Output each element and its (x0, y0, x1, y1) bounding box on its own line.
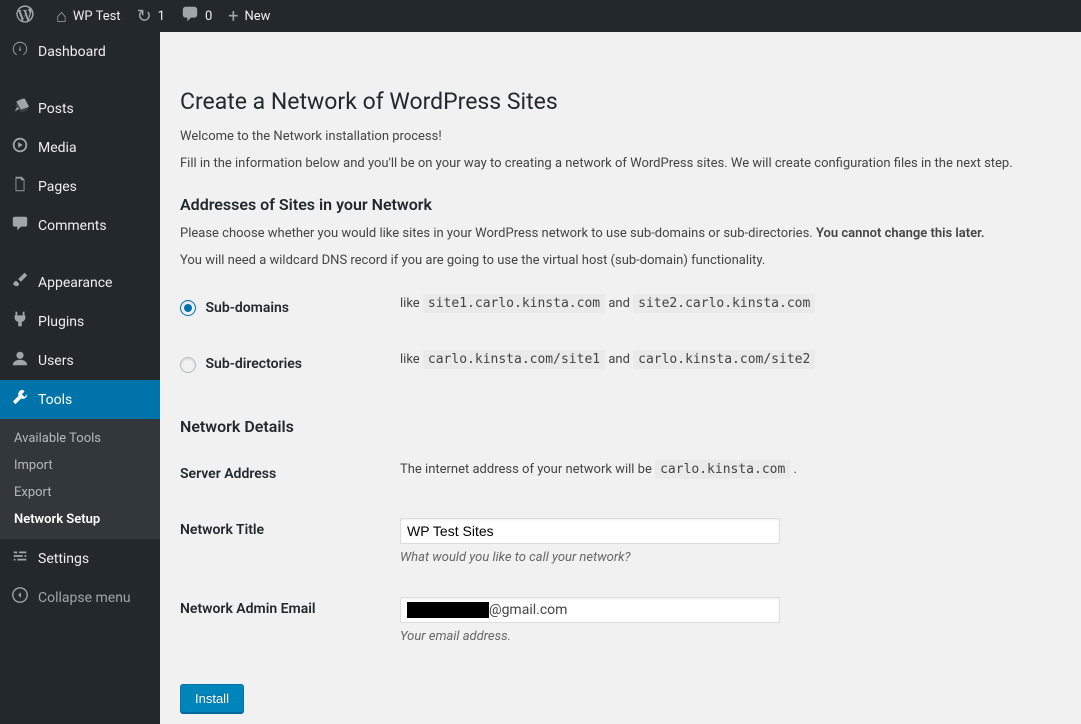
subdomains-option[interactable]: Sub-domains (180, 300, 289, 316)
submenu-export[interactable]: Export (0, 479, 160, 506)
subdirectories-option[interactable]: Sub-directories (180, 356, 302, 372)
admin-toolbar: ⌂WP Test ↻1 0 +New (0, 0, 1081, 32)
sidebar-item-tools[interactable]: Tools (0, 380, 160, 419)
submenu-import[interactable]: Import (0, 452, 160, 479)
sidebar-item-appearance[interactable]: Appearance (0, 263, 160, 302)
welcome-text: Welcome to the Network installation proc… (180, 129, 1061, 144)
sidebar-label: Dashboard (38, 44, 106, 60)
code-example: carlo.kinsta.com/site2 (633, 350, 815, 369)
plus-icon: + (228, 6, 238, 27)
comment-icon (10, 214, 30, 237)
collapse-icon (10, 586, 30, 609)
pin-icon (10, 97, 30, 120)
main-content: Create a Network of WordPress Sites Welc… (160, 64, 1081, 724)
wildcard-dns-note: You will need a wildcard DNS record if y… (180, 253, 1061, 268)
code-example: site2.carlo.kinsta.com (633, 294, 815, 313)
address-options-table: Sub-domains like site1.carlo.kinsta.com … (180, 280, 1061, 393)
network-title-label: Network Title (180, 502, 400, 581)
sidebar-item-pages[interactable]: Pages (0, 167, 160, 206)
sidebar-label: Plugins (38, 314, 84, 330)
brush-icon (10, 271, 30, 294)
plugin-icon (10, 310, 30, 333)
sidebar-item-media[interactable]: Media (0, 128, 160, 167)
sidebar-item-users[interactable]: Users (0, 341, 160, 380)
site-name-label: WP Test (73, 9, 121, 24)
addresses-description: Please choose whether you would like sit… (180, 226, 1061, 241)
network-details-table: Server Address The internet address of y… (180, 446, 1061, 660)
sidebar-item-dashboard[interactable]: Dashboard (0, 32, 160, 71)
server-address-code: carlo.kinsta.com (655, 460, 790, 479)
admin-email-description: Your email address. (400, 629, 1051, 644)
sidebar-label: Settings (38, 551, 89, 567)
addresses-heading: Addresses of Sites in your Network (180, 195, 1061, 214)
refresh-icon: ↻ (137, 6, 152, 27)
wp-logo-menu[interactable] (8, 0, 48, 32)
comment-icon (181, 5, 199, 28)
page-icon (10, 175, 30, 198)
submenu-network-setup[interactable]: Network Setup (0, 506, 160, 533)
new-label: New (245, 9, 271, 24)
comments-menu[interactable]: 0 (173, 0, 220, 32)
network-title-description: What would you like to call your network… (400, 550, 1051, 565)
admin-email-label: Network Admin Email (180, 581, 400, 660)
code-example: site1.carlo.kinsta.com (423, 294, 605, 313)
sidebar-item-settings[interactable]: Settings (0, 539, 160, 578)
install-button[interactable]: Install (180, 684, 244, 713)
redacted-email-local (407, 602, 489, 618)
sidebar-label: Comments (38, 218, 107, 234)
sidebar-label: Appearance (38, 275, 112, 291)
wrench-icon (10, 388, 30, 411)
subdirectories-example: like carlo.kinsta.com/site1 and carlo.ki… (400, 336, 1061, 392)
site-name-menu[interactable]: ⌂ WP Test (48, 0, 129, 32)
sidebar-label: Media (38, 140, 77, 156)
sidebar-label: Pages (38, 179, 77, 195)
home-icon: ⌂ (56, 6, 67, 27)
wordpress-icon (16, 5, 34, 28)
updates-count: 1 (158, 9, 165, 24)
network-details-heading: Network Details (180, 417, 1061, 436)
page-title: Create a Network of WordPress Sites (180, 88, 1061, 115)
subdomains-radio[interactable] (180, 300, 196, 316)
sidebar-item-comments[interactable]: Comments (0, 206, 160, 245)
subdomains-label: Sub-domains (205, 300, 289, 316)
network-title-input[interactable] (400, 518, 780, 544)
server-address-value: The internet address of your network wil… (400, 446, 1061, 502)
dashboard-icon (10, 40, 30, 63)
sidebar-item-posts[interactable]: Posts (0, 89, 160, 128)
media-icon (10, 136, 30, 159)
new-content-menu[interactable]: + New (220, 0, 278, 32)
admin-email-domain: @gmail.com (489, 602, 567, 618)
collapse-menu-button[interactable]: Collapse menu (0, 578, 160, 617)
code-example: carlo.kinsta.com/site1 (423, 350, 605, 369)
cannot-change-warning: You cannot change this later. (816, 226, 985, 241)
sidebar-label: Posts (38, 101, 74, 117)
server-address-label: Server Address (180, 446, 400, 502)
sliders-icon (10, 547, 30, 570)
tools-submenu: Available Tools Import Export Network Se… (0, 419, 160, 539)
subdirectories-label: Sub-directories (205, 356, 302, 372)
intro-text: Fill in the information below and you'll… (180, 156, 1061, 171)
sidebar-label: Users (38, 353, 74, 369)
subdirectories-radio[interactable] (180, 357, 196, 373)
comments-count: 0 (205, 9, 212, 24)
admin-sidebar: Dashboard Posts Media Pages Comments App… (0, 32, 160, 724)
submenu-available-tools[interactable]: Available Tools (0, 425, 160, 452)
sidebar-item-plugins[interactable]: Plugins (0, 302, 160, 341)
collapse-label: Collapse menu (38, 590, 131, 606)
subdomains-example: like site1.carlo.kinsta.com and site2.ca… (400, 280, 1061, 336)
user-icon (10, 349, 30, 372)
updates-menu[interactable]: ↻1 (129, 0, 173, 32)
sidebar-label: Tools (38, 392, 72, 408)
admin-email-input[interactable]: @gmail.com (400, 597, 780, 623)
